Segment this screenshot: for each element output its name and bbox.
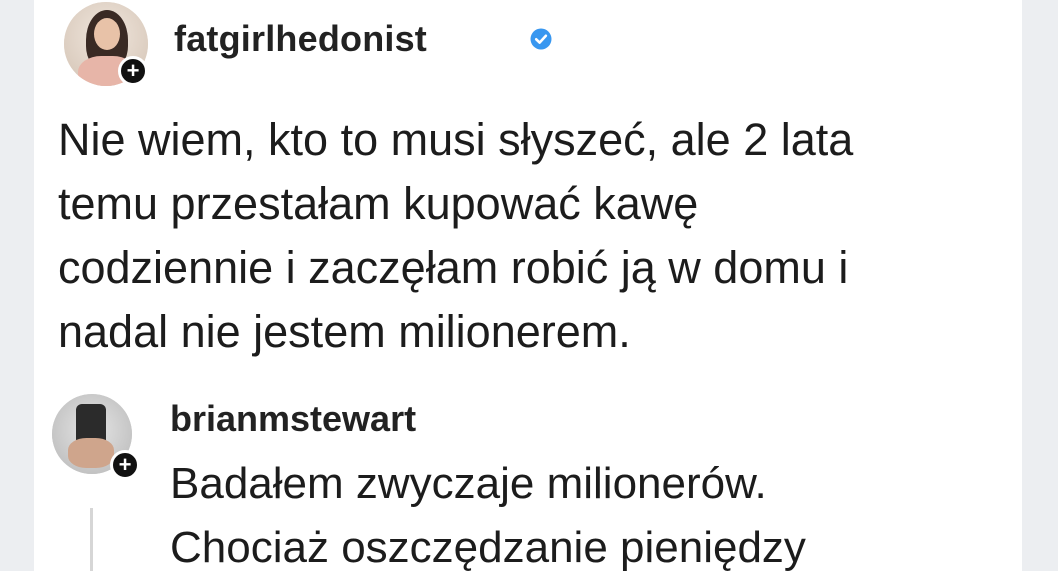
comment-text: Badałem zwyczaje milionerów. Chociaż osz… bbox=[170, 452, 1022, 571]
post-caption: Nie wiem, kto to musi słyszeć, ale 2 lat… bbox=[58, 108, 1008, 364]
verified-badge-icon bbox=[530, 28, 552, 50]
follow-plus-icon[interactable]: + bbox=[110, 450, 140, 480]
post-caption-line: Nie wiem, kto to musi słyszeć, ale 2 lat… bbox=[58, 114, 854, 165]
post-card: + fatgirlhedonist Nie wiem, kto to musi … bbox=[34, 0, 1022, 571]
post-caption-line: nadal nie jestem milionerem. bbox=[58, 306, 631, 357]
right-margin bbox=[1022, 0, 1058, 571]
left-margin bbox=[0, 0, 34, 571]
thread-line bbox=[90, 508, 93, 571]
post-caption-line: temu przestałam kupować kawę bbox=[58, 178, 699, 229]
post-caption-line: codziennie i zaczęłam robić ją w domu i bbox=[58, 242, 849, 293]
comment-text-line: Badałem zwyczaje milionerów. bbox=[170, 459, 767, 508]
comment-text-line: Chociaż oszczędzanie pieniędzy bbox=[170, 523, 806, 571]
comment-author-username[interactable]: brianmstewart bbox=[170, 398, 416, 440]
follow-plus-icon[interactable]: + bbox=[118, 56, 148, 86]
post-author-username[interactable]: fatgirlhedonist bbox=[174, 18, 427, 60]
